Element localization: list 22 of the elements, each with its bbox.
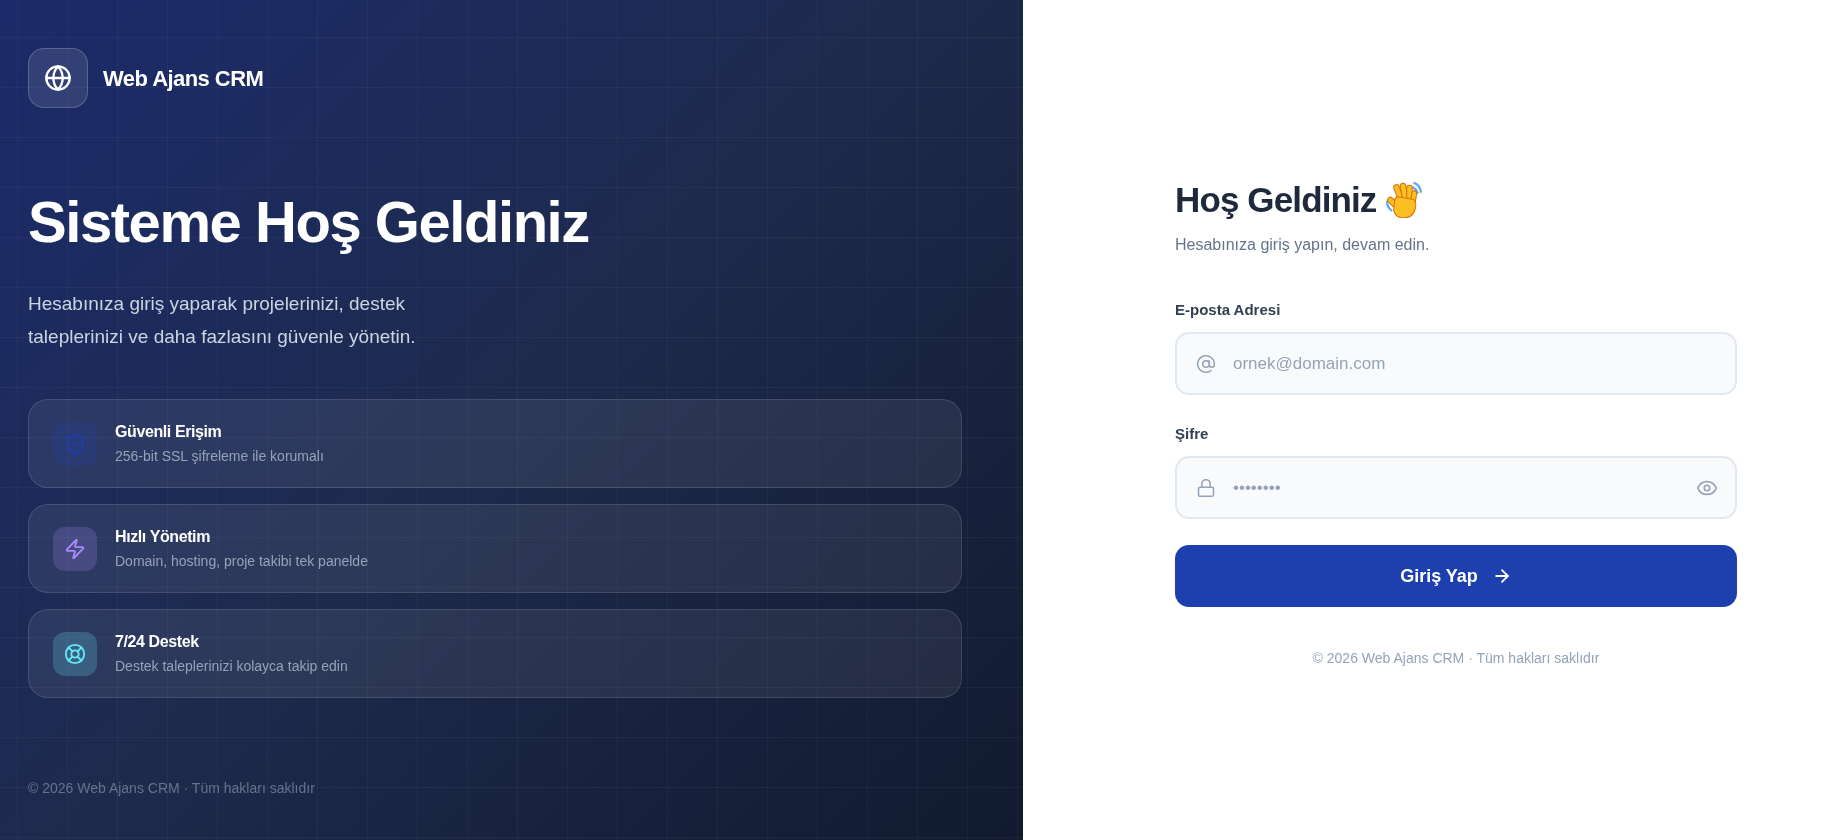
field-label: Şifre [1175,424,1210,444]
globe-icon [28,48,88,108]
feature-title: Hızlı Yönetim [115,527,211,547]
welcome-title: Hoş Geldiniz [1175,179,1377,221]
welcome-subtitle: Hesabınıza giriş yapın, devam edin. [1175,235,1430,255]
password-field[interactable]: •••••••• [1175,456,1737,519]
login-button[interactable]: Giriş Yap [1175,545,1737,607]
feature-title: Güvenli Erişim [115,422,223,442]
feature-title: 7/24 Destek [115,632,200,652]
hero-title: Sisteme Hoş Geldiniz [28,190,589,254]
waving-hand-icon [1386,182,1423,218]
brand-name: Web Ajans CRM [103,64,264,93]
feature-description: Domain, hosting, proje takibi tek panelde [115,552,368,571]
field-label: E-posta Adresi [1175,300,1282,320]
copyright-text: © 2026 Web Ajans CRM · Tüm hakları saklıdır [1312,649,1600,668]
lock-icon [1196,477,1216,498]
feature-description: 256-bit SSL şifreleme ile korumalı [115,447,324,466]
copyright-text: © 2026 Web Ajans CRM · Tüm hakları saklıdır [28,779,315,798]
feature-description: Destek taleplerinizi kolayca takip edin [115,657,348,676]
email-field[interactable]: ornek@domain.com [1175,332,1737,395]
hero-description: Hesabınıza giriş yaparak projelerinizi, destek taleplerinizi ve daha fazlasını güvenle yönetin. [28,292,417,349]
at-sign-icon [1196,353,1216,374]
